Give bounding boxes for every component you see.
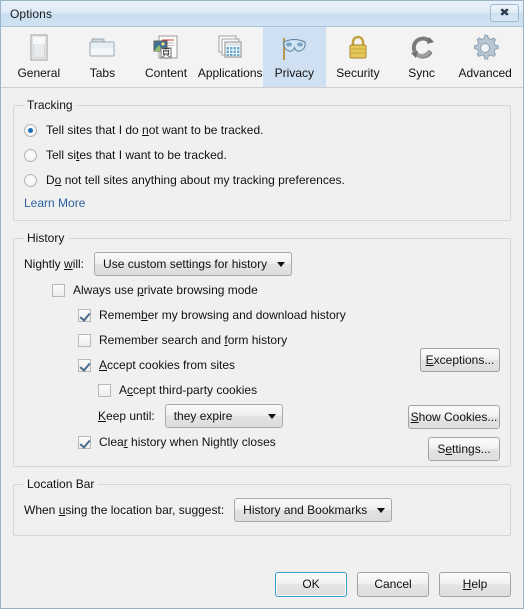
padlock-icon (341, 32, 375, 64)
tab-label: Sync (408, 66, 435, 80)
keep-until-label: Keep until: (98, 409, 155, 423)
show-cookies-button[interactable]: Show Cookies... (408, 405, 500, 429)
tab-label: Advanced (458, 66, 512, 80)
tracking-legend: Tracking (27, 98, 73, 112)
ok-button[interactable]: OK (275, 571, 347, 597)
tracking-option-no-preference[interactable]: Do not tell sites anything about my trac… (24, 169, 500, 191)
history-mode-value: Use custom settings for history (103, 257, 268, 271)
svg-text:頁: 頁 (162, 48, 171, 59)
options-dialog: Options ✖ General Tabs 頁 Content Applica… (0, 0, 524, 609)
location-bar-suggest-row: When using the location bar, suggest: Hi… (24, 498, 500, 522)
settings-button[interactable]: Se ttings... (428, 437, 500, 461)
history-mode-row: Nightly will: Use custom settings for hi… (24, 252, 500, 276)
title-bar: Options ✖ (1, 1, 523, 27)
folder-tabs-icon (85, 32, 119, 64)
tab-privacy[interactable]: Privacy (262, 27, 327, 87)
checkbox-label: Clear history when Nightly closes (99, 435, 276, 449)
chevron-down-icon (277, 261, 286, 267)
tracking-group: Tracking Tell sites that I do not want t… (13, 98, 511, 221)
location-bar-group: Location Bar When using the location bar… (13, 477, 511, 536)
close-icon: ✖ (499, 6, 510, 19)
keep-until-dropdown[interactable]: they expire (164, 404, 283, 428)
tracking-option-label: Do not tell sites anything about my trac… (46, 173, 345, 187)
cancel-button[interactable]: Cancel (357, 571, 429, 597)
checkbox-label: Remember my browsing and download histor… (99, 308, 346, 322)
checkbox-label: Accept cookies from sites (99, 358, 236, 372)
tracking-option-label: Tell sites that I want to be tracked. (46, 148, 227, 162)
applications-icon (213, 32, 247, 64)
history-legend: History (27, 231, 65, 245)
close-button[interactable]: ✖ (490, 4, 519, 22)
gear-icon (468, 32, 502, 64)
location-bar-label: When using the location bar, suggest: (24, 503, 225, 517)
chevron-down-icon (267, 413, 276, 419)
radio-icon[interactable] (24, 173, 37, 187)
tab-label: Privacy (274, 66, 315, 80)
history-mode-dropdown[interactable]: Use custom settings for history (94, 252, 293, 276)
tab-label: Content (145, 66, 188, 80)
tab-advanced[interactable]: Advanced (453, 27, 517, 87)
content-page-icon: 頁 (149, 32, 183, 64)
tab-strip: General Tabs 頁 Content Applications Priv… (1, 27, 523, 88)
tab-content[interactable]: 頁 Content (134, 27, 198, 87)
tab-label: Tabs (89, 66, 116, 80)
help-button[interactable]: Help (439, 571, 511, 597)
tab-general[interactable]: General (7, 27, 71, 87)
tracking-option-label: Tell sites that I do not want to be trac… (46, 123, 264, 137)
checkbox-third-party-cookies[interactable]: Accept third-party cookies (98, 379, 500, 401)
radio-icon[interactable] (24, 148, 37, 162)
privacy-panel: Tracking Tell sites that I do not want t… (1, 88, 523, 560)
mask-icon (277, 32, 311, 64)
tab-label: Security (336, 66, 380, 80)
tab-applications[interactable]: Applications (198, 27, 263, 87)
checkbox-label: Always use private browsing mode (73, 283, 258, 297)
checkbox-icon[interactable] (78, 308, 91, 322)
tab-tabs[interactable]: Tabs (71, 27, 135, 87)
checkbox-icon[interactable] (52, 283, 65, 297)
chevron-down-icon (377, 507, 386, 513)
location-bar-dropdown[interactable]: History and Bookmarks (234, 498, 393, 522)
history-mode-label: Nightly will: (24, 257, 85, 271)
learn-more-link[interactable]: Learn More (24, 196, 85, 210)
location-bar-value: History and Bookmarks (243, 503, 368, 517)
location-bar-legend: Location Bar (27, 477, 95, 491)
radio-icon[interactable] (24, 123, 37, 137)
tracking-option-allow-track[interactable]: Tell sites that I want to be tracked. (24, 144, 500, 166)
tracking-option-do-not-track[interactable]: Tell sites that I do not want to be trac… (24, 119, 500, 141)
tab-sync[interactable]: Sync (390, 27, 454, 87)
checkbox-private-browsing[interactable]: Always use private browsing mode (52, 279, 500, 301)
tab-security[interactable]: Security (326, 27, 390, 87)
checkbox-label: Remember search and form history (99, 333, 288, 347)
checkbox-icon[interactable] (78, 435, 91, 449)
tab-label: General (17, 66, 61, 80)
history-group: History Nightly will: Use custom setting… (13, 231, 511, 467)
checkbox-icon[interactable] (98, 383, 111, 397)
checkbox-label: Accept third-party cookies (119, 383, 258, 397)
checkbox-icon[interactable] (78, 333, 91, 347)
window-title: Options (10, 6, 53, 21)
window-icon (22, 32, 56, 64)
exceptions-button[interactable]: Exceptions... (420, 348, 500, 372)
sync-arrows-icon (405, 32, 439, 64)
checkbox-remember-history[interactable]: Remember my browsing and download histor… (78, 304, 500, 326)
checkbox-icon[interactable] (78, 358, 91, 372)
dialog-button-bar: OK Cancel Help (1, 560, 523, 608)
tab-label: Applications (197, 66, 263, 80)
keep-until-value: they expire (173, 409, 233, 423)
